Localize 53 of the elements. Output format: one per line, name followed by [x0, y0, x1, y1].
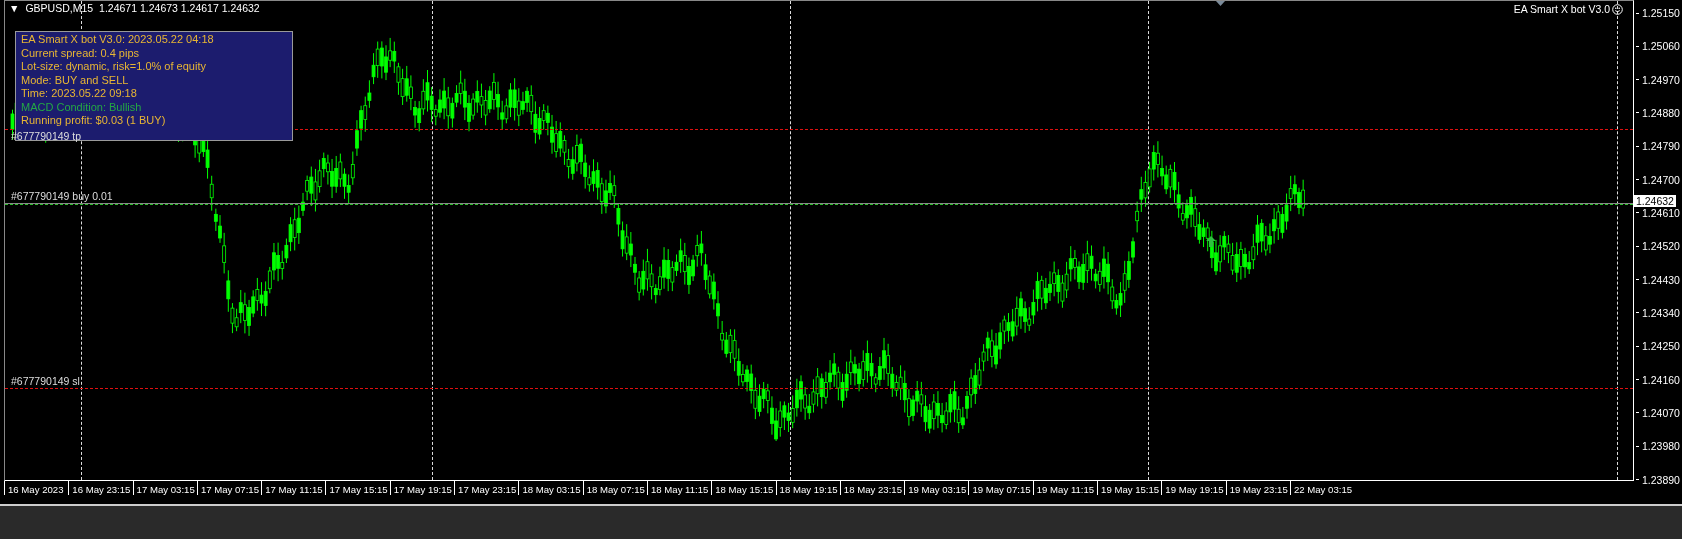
symbol-label: GBPUSD,M15 [25, 2, 94, 14]
time-label: 16 May 2023 [4, 481, 69, 495]
info-line: MACD Condition: Bullish [21, 100, 143, 114]
price-label: 1.25060 [1642, 40, 1680, 53]
buy-arrow-icon [1206, 236, 1216, 247]
time-label: 18 May 11:15 [646, 481, 712, 495]
time-label: 18 May 03:15 [518, 481, 583, 495]
price-label: 1.24160 [1642, 373, 1680, 386]
marker-icon [1216, 1, 1225, 6]
price-label: 1.25150 [1642, 7, 1680, 19]
time-label: 18 May 23:15 [839, 481, 905, 495]
price-label: 1.24250 [1642, 340, 1680, 353]
info-line: EA Smart X bot V3.0: 2023.05.22 04:18 [21, 33, 215, 47]
time-label: 16 May 23:15 [68, 481, 133, 495]
quotes-text: 1.24671 1.24673 1.24617 1.24632 [99, 2, 260, 14]
time-label: 17 May 15:15 [325, 481, 390, 495]
time-label: 19 May 15:15 [1097, 481, 1162, 495]
time-label: 17 May 19:15 [389, 481, 455, 495]
time-label: 18 May 15:15 [711, 481, 776, 495]
price-label: 1.24700 [1642, 173, 1680, 186]
price-label: 1.24340 [1642, 306, 1680, 319]
current-price-label: 1.24632 [1634, 195, 1676, 207]
order-label: #677790149 sl [11, 375, 80, 387]
price-label: 1.24970 [1642, 73, 1680, 86]
time-label: 19 May 11:15 [1032, 481, 1098, 495]
time-label: 22 May 03:15 [1289, 481, 1355, 495]
time-label: 17 May 11:15 [261, 481, 326, 495]
menu-icon[interactable]: ▼ [9, 2, 20, 14]
smiley-icon [1612, 3, 1623, 15]
time-label: 18 May 07:15 [582, 481, 647, 495]
time-label: 19 May 07:15 [968, 481, 1033, 495]
price-label: 1.24430 [1642, 273, 1680, 286]
time-label: 18 May 19:15 [775, 481, 840, 495]
price-label: 1.24790 [1642, 140, 1680, 153]
info-line: Running profit: $0.03 (1 BUY) [21, 114, 167, 128]
price-label: 1.23980 [1642, 440, 1680, 453]
price-label: 1.23890 [1642, 473, 1680, 486]
info-line: Lot-size: dynamic, risk=1.0% of equity [21, 60, 207, 74]
info-line: Time: 2023.05.22 09:18 [21, 87, 138, 101]
price-label: 1.24610 [1642, 206, 1680, 219]
expert-label: EA Smart X bot V3.0 [1513, 3, 1610, 15]
price-label: 1.24070 [1642, 406, 1680, 419]
time-label: 17 May 03:15 [132, 481, 197, 495]
price-label: 1.24880 [1642, 107, 1680, 119]
time-label: 19 May 23:15 [1225, 481, 1290, 495]
price-label: 1.24520 [1642, 240, 1680, 253]
info-line: Current spread: 0.4 pips [21, 46, 140, 60]
order-label: #677790149 buy 0.01 [11, 190, 113, 202]
info-line: Mode: BUY and SELL [21, 73, 130, 87]
time-label: 17 May 23:15 [454, 481, 519, 495]
time-label: 19 May 03:15 [904, 481, 969, 495]
time-label: 17 May 07:15 [196, 481, 262, 495]
time-label: 19 May 19:15 [1161, 481, 1226, 495]
